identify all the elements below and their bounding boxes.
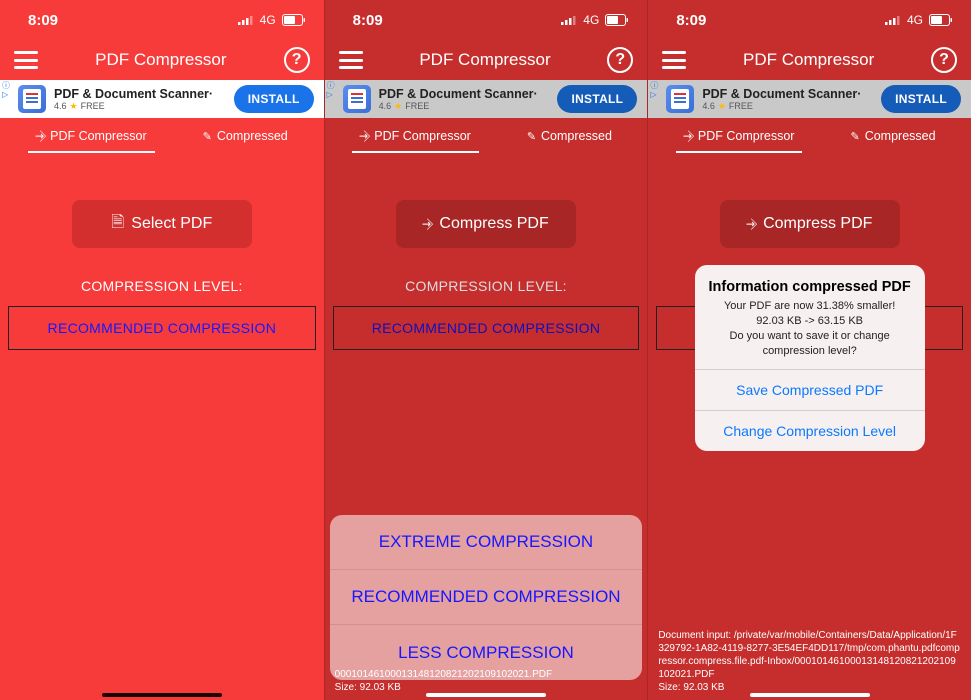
home-indicator[interactable] [426,693,546,697]
signal-icon [885,15,901,25]
save-button[interactable]: Save Compressed PDF [695,370,925,410]
phone-screen-1: 8:09 4G PDF Compressor ? ⓘ▷ PDF & Docume… [0,0,324,700]
compress-icon: ⇲ [680,128,696,144]
battery-icon [605,14,629,26]
compress-icon: ⇲ [744,216,760,232]
compression-selector[interactable]: RECOMMENDED COMPRESSION [8,306,316,350]
install-button[interactable]: INSTALL [234,85,314,113]
ad-text: PDF & Document Scanner· 4.6★FREE [379,87,550,112]
tab-bar: ⇲PDF Compressor ✎Compressed [648,118,971,158]
edit-icon: ✎ [850,130,859,143]
alert-body: Your PDF are now 31.38% smaller! 92.03 K… [707,299,913,359]
ad-badge-icon: ⓘ▷ [650,82,658,100]
alert-header: Information compressed PDF Your PDF are … [695,265,925,369]
network-label: 4G [583,13,599,27]
menu-icon[interactable] [14,51,38,69]
ad-title: PDF & Document Scanner· [379,87,550,101]
status-right: 4G [885,13,953,27]
status-bar: 8:09 4G [648,0,971,40]
edit-icon: ✎ [527,130,536,143]
help-icon[interactable]: ? [931,47,957,73]
app-header: PDF Compressor ? [648,40,971,80]
ad-banner[interactable]: ⓘ▷ PDF & Document Scanner· 4.6★FREE INST… [0,80,324,118]
ad-app-icon [666,85,694,113]
signal-icon [561,15,577,25]
ad-badge-icon: ⓘ▷ [2,82,10,100]
change-level-button[interactable]: Change Compression Level [695,411,925,451]
help-icon[interactable]: ? [607,47,633,73]
tab-compressor[interactable]: ⇲PDF Compressor [360,129,471,147]
compress-icon: ⇲ [357,128,373,144]
signal-icon [238,15,254,25]
network-label: 4G [907,13,923,27]
help-icon[interactable]: ? [284,47,310,73]
menu-icon[interactable] [339,51,363,69]
ad-banner[interactable]: ⓘ▷ PDF & Document Scanner· 4.6★FREE INST… [325,80,648,118]
alert-dialog: Information compressed PDF Your PDF are … [695,265,925,451]
ad-app-icon [343,85,371,113]
ad-text: PDF & Document Scanner· 4.6★FREE [702,87,873,112]
battery-icon [282,14,306,26]
tab-bar: ⇲PDF Compressor ✎Compressed [0,118,324,158]
document-info: Document input: /private/var/mobile/Cont… [658,629,961,694]
star-icon: ★ [394,101,402,112]
ad-subtitle: 4.6★FREE [702,101,873,112]
status-time: 8:09 [676,12,706,29]
ad-text: PDF & Document Scanner· 4.6★FREE [54,87,226,112]
app-title: PDF Compressor [95,50,226,70]
network-label: 4G [260,13,276,27]
status-bar: 8:09 4G [325,0,648,40]
app-title: PDF Compressor [419,50,550,70]
compression-level-label: COMPRESSION LEVEL: [405,278,567,294]
phone-screen-3: 8:09 4G PDF Compressor ? ⓘ▷ PDF & Docume… [647,0,971,700]
app-title: PDF Compressor [743,50,874,70]
alert-title: Information compressed PDF [707,279,913,295]
tab-compressed[interactable]: ✎Compressed [527,129,612,147]
ad-title: PDF & Document Scanner· [54,87,226,101]
edit-icon: ✎ [203,130,212,143]
compress-pdf-button[interactable]: ⇲Compress PDF [720,200,900,248]
option-recommended[interactable]: RECOMMENDED COMPRESSION [330,570,643,625]
ad-title: PDF & Document Scanner· [702,87,873,101]
option-extreme[interactable]: EXTREME COMPRESSION [330,515,643,570]
install-button[interactable]: INSTALL [557,85,637,113]
ad-banner[interactable]: ⓘ▷ PDF & Document Scanner· 4.6★FREE INST… [648,80,971,118]
tab-compressor[interactable]: ⇲PDF Compressor [36,129,147,147]
menu-icon[interactable] [662,51,686,69]
tab-compressed[interactable]: ✎Compressed [850,129,935,147]
compress-icon: ⇲ [420,216,436,232]
status-right: 4G [561,13,629,27]
status-bar: 8:09 4G [0,0,324,40]
document-info: 00010146100013148120821202109102021.PDF … [335,668,638,694]
ad-subtitle: 4.6★FREE [379,101,550,112]
ad-badge-icon: ⓘ▷ [327,82,335,100]
ad-app-icon [18,85,46,113]
install-button[interactable]: INSTALL [881,85,961,113]
home-indicator[interactable] [750,693,870,697]
star-icon: ★ [70,101,78,112]
status-right: 4G [238,13,306,27]
status-time: 8:09 [28,12,58,29]
app-header: PDF Compressor ? [0,40,324,80]
battery-icon [929,14,953,26]
tab-compressed[interactable]: ✎Compressed [203,129,288,147]
tab-compressor[interactable]: ⇲PDF Compressor [684,129,795,147]
select-pdf-button[interactable]: 🗎Select PDF [72,200,252,248]
status-time: 8:09 [353,12,383,29]
pdf-file-icon: 🗎 [111,211,124,238]
compression-level-label: COMPRESSION LEVEL: [81,278,243,294]
action-sheet: EXTREME COMPRESSION RECOMMENDED COMPRESS… [330,515,643,680]
tab-bar: ⇲PDF Compressor ✎Compressed [325,118,648,158]
phone-screen-2: 8:09 4G PDF Compressor ? ⓘ▷ PDF & Docume… [324,0,648,700]
home-indicator[interactable] [102,693,222,697]
compress-icon: ⇲ [33,128,49,144]
ad-subtitle: 4.6★FREE [54,101,226,112]
app-header: PDF Compressor ? [325,40,648,80]
compress-pdf-button[interactable]: ⇲Compress PDF [396,200,576,248]
compression-selector[interactable]: RECOMMENDED COMPRESSION [333,306,640,350]
star-icon: ★ [718,101,726,112]
main-content: 🗎Select PDF COMPRESSION LEVEL: RECOMMEND… [0,158,324,700]
